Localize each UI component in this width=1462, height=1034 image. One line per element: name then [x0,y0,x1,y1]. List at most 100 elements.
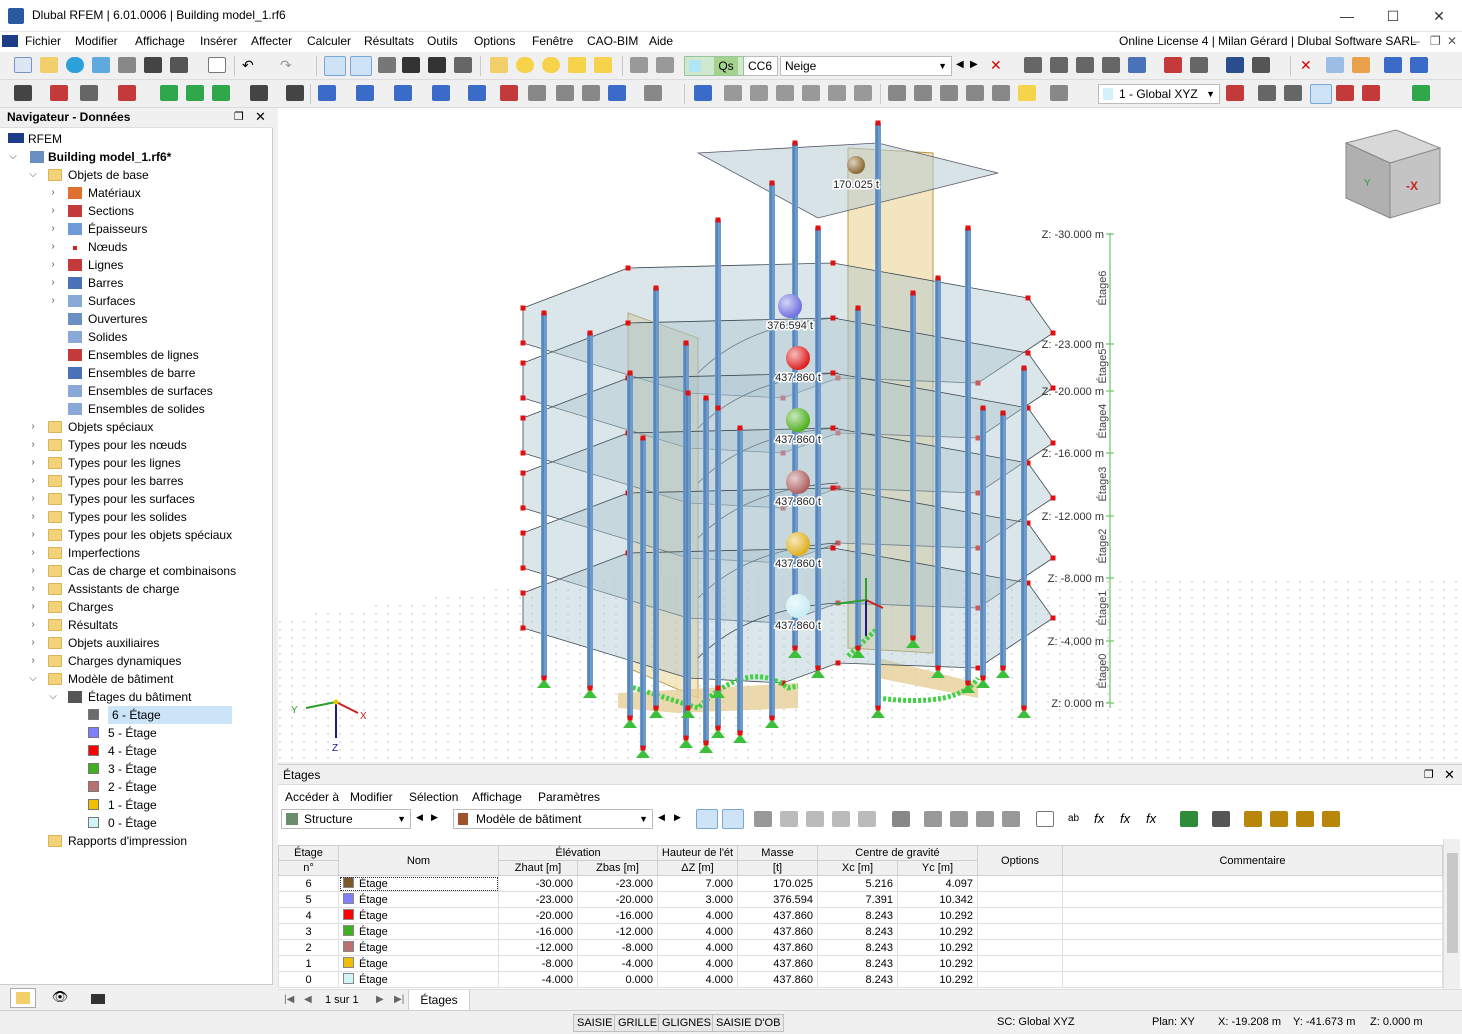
cell-xc[interactable]: 8.243 [817,955,898,972]
cell-xc[interactable]: 5.216 [817,875,898,892]
panel-menu-affichage[interactable]: Affichage [472,790,522,804]
mdi-restore-icon[interactable]: ❐ [1430,34,1441,48]
paste-icon[interactable] [976,811,994,827]
tree-item[interactable]: › Types pour les nœuds [0,436,273,454]
last-page-icon[interactable]: ▶| [394,994,404,1005]
save-icon[interactable] [144,57,162,73]
minimize-button[interactable]: — [1324,0,1370,32]
cell-options[interactable] [977,891,1063,908]
tree-item[interactable]: › Surfaces [0,292,273,310]
column-1-icon[interactable] [1244,811,1262,827]
xyz-tool-icon[interactable] [1050,57,1068,73]
tree-item[interactable]: 2 - Étage [0,778,273,796]
table-row[interactable]: 3 Étage -16.000 -12.000 4.000 437.860 8.243 10.… [278,923,1443,940]
cell-name[interactable]: Étage [338,939,499,956]
panel-menu-parametres[interactable]: Paramètres [538,790,600,804]
dimension-tool-icon[interactable] [1190,57,1208,73]
redo-icon[interactable]: ↷ [280,57,298,73]
mdi-minimize-icon[interactable]: – [1413,34,1420,48]
tree-item[interactable]: › Résultats [0,616,273,634]
tree-item[interactable]: 1 - Étage [0,796,273,814]
align-5-icon[interactable] [992,85,1010,101]
cell-comment[interactable] [1062,907,1443,924]
excel-icon[interactable] [1180,811,1198,827]
coordinate-icon[interactable] [250,85,268,101]
view-cube[interactable]: Y -X [1344,129,1442,219]
menu-resultats[interactable]: Résultats [364,34,414,48]
tree-root[interactable]: RFEM [0,130,273,148]
cell-options[interactable] [977,907,1063,924]
tree-item[interactable]: Ensembles de lignes [0,346,273,364]
cell-z-bottom[interactable]: -20.000 [577,891,658,908]
table-icon[interactable] [754,811,772,827]
cell-z-top[interactable]: -23.000 [498,891,578,908]
cell-z-top[interactable]: -30.000 [498,875,578,892]
hinge-icon[interactable] [186,85,204,101]
menu-outils[interactable]: Outils [427,34,458,48]
cell-z-bottom[interactable]: -16.000 [577,907,658,924]
cell-comment[interactable] [1062,923,1443,940]
cell-name[interactable]: Étage [338,875,499,892]
line-tool-icon[interactable] [50,85,68,101]
menu-modifier[interactable]: Modifier [75,34,118,48]
cell-xc[interactable]: 8.243 [817,907,898,924]
cell-story-no[interactable]: 3 [278,923,339,940]
delete-results-icon[interactable]: ✕ [990,57,1008,73]
tree-item[interactable]: › Assistants de charge [0,580,273,598]
extend-icon[interactable] [582,85,600,101]
release-icon[interactable] [212,85,230,101]
model-viewport[interactable]: 170.025 t 376.594 t 437.860 t 437.860 t 437.… [278,108,1462,762]
column-3-icon[interactable] [1296,811,1314,827]
xxx-tool-icon[interactable] [1102,57,1120,73]
pencil-icon[interactable] [1018,85,1036,101]
tree-item[interactable]: 5 - Étage [0,724,273,742]
menu-affecter[interactable]: Affecter [251,34,292,48]
close-button[interactable]: ✕ [1416,0,1462,32]
grid-view-icon[interactable] [1128,57,1146,73]
target-icon[interactable] [542,57,560,73]
cell-height[interactable]: 4.000 [657,939,738,956]
cell-z-bottom[interactable]: -4.000 [577,955,658,972]
align-4-icon[interactable] [966,85,984,101]
cloud-icon[interactable] [66,57,84,73]
cell-story-no[interactable]: 5 [278,891,339,908]
loadcase-select[interactable]: Neige ▼ [780,56,952,76]
table-scrollbar[interactable] [1443,839,1460,989]
cell-z-bottom[interactable]: -23.000 [577,875,658,892]
cell-yc[interactable]: 10.292 [897,955,978,972]
mirror-icon[interactable] [394,85,412,101]
cancel-selection-icon[interactable]: ✕ [1300,57,1318,73]
cell-z-top[interactable]: -12.000 [498,939,578,956]
tree-item[interactable]: › Types pour les objets spéciaux [0,526,273,544]
table-toggle-icon[interactable] [350,56,372,76]
cell-options[interactable] [977,875,1063,892]
column-2-icon[interactable] [1270,811,1288,827]
tab-views[interactable] [88,989,108,1007]
menu-fichier[interactable]: Fichier [25,34,61,48]
menu-options[interactable]: Options [474,34,515,48]
edit-icon[interactable] [490,57,508,73]
panel-menu-acceder[interactable]: Accéder à [285,790,339,804]
cell-height[interactable]: 4.000 [657,923,738,940]
cell-yc[interactable]: 10.292 [897,971,978,988]
tree-item[interactable]: › Barres [0,274,273,292]
cell-z-bottom[interactable]: -8.000 [577,939,658,956]
node-tool-icon[interactable] [14,85,32,101]
filter-icon[interactable] [694,85,712,101]
cell-height[interactable]: 4.000 [657,971,738,988]
function-icon[interactable]: fx [1094,811,1112,827]
render-icon[interactable] [1252,57,1270,73]
load-arrow-icon[interactable] [630,57,648,73]
calculator-icon[interactable] [454,57,472,73]
axes-tool-icon[interactable] [1076,57,1094,73]
tree-item[interactable]: ⌵ Objets de base [0,166,273,184]
tree-item[interactable]: 0 - Étage [0,814,273,832]
tree-item[interactable]: Ensembles de surfaces [0,382,273,400]
tree-item[interactable]: › Types pour les solides [0,508,273,526]
menu-affichage[interactable]: Affichage [135,34,185,48]
table-row[interactable]: 2 Étage -12.000 -8.000 4.000 437.860 8.243 10.2… [278,939,1443,956]
cell-name[interactable]: Étage [338,907,499,924]
tree-item[interactable]: › Charges [0,598,273,616]
insert-row-icon[interactable] [780,811,798,827]
next-icon[interactable]: ▶ [674,812,681,823]
